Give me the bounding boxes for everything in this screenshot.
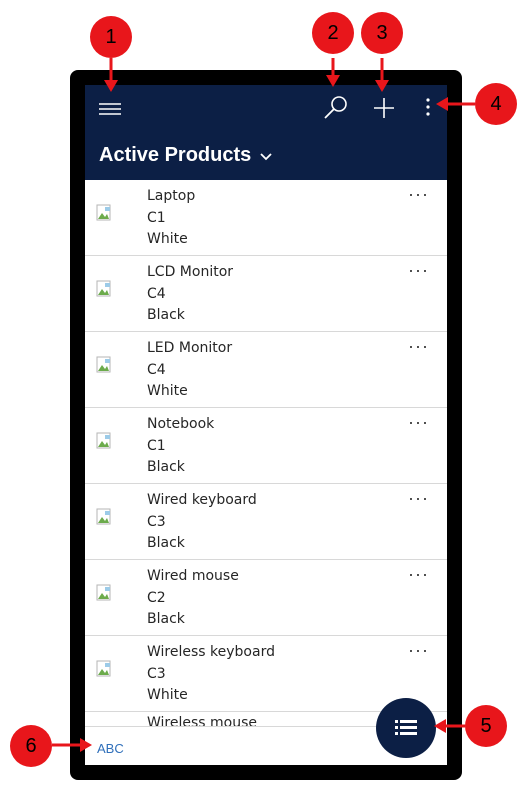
callout-1: 1: [90, 16, 132, 58]
callout-4: 4: [475, 83, 517, 125]
callout-5: 5: [465, 705, 507, 747]
callout-2: 2: [312, 12, 354, 54]
callout-arrows: [52, 58, 475, 752]
callout-6: 6: [10, 725, 52, 767]
callout-3: 3: [361, 12, 403, 54]
